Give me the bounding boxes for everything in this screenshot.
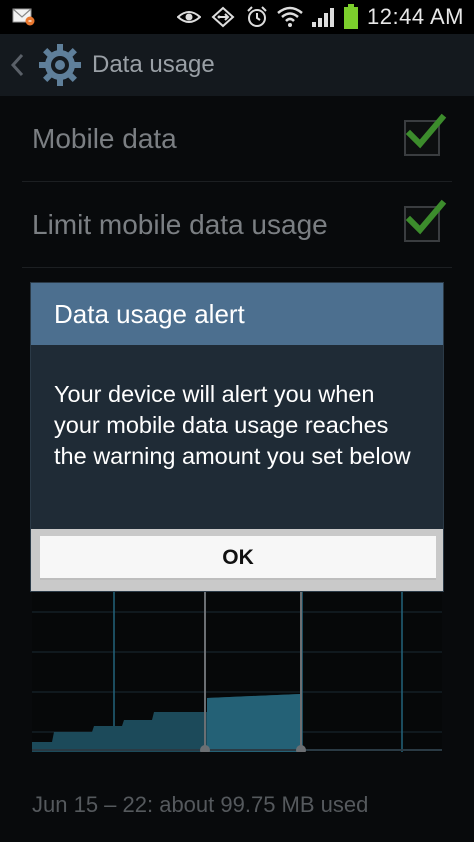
dialog-button-bar: OK — [31, 529, 443, 591]
mobile-data-label: Mobile data — [32, 122, 177, 154]
clock: 12:44 AM — [367, 4, 464, 29]
status-bar: 12:44 AM — [0, 0, 474, 34]
action-bar: Data usage — [0, 34, 474, 96]
signal-icon — [311, 6, 335, 28]
usage-graph[interactable] — [32, 592, 442, 752]
checkmark-icon — [405, 113, 447, 149]
page-title: Data usage — [92, 51, 215, 78]
mobile-data-row[interactable]: Mobile data — [22, 96, 452, 182]
limit-mobile-data-label: Limit mobile data usage — [32, 208, 328, 240]
limit-mobile-data-checkbox[interactable] — [404, 199, 447, 242]
battery-icon — [343, 4, 359, 30]
dialog-message: Your device will alert you when your mob… — [54, 381, 411, 469]
wifi-icon — [277, 6, 303, 28]
gear-icon[interactable] — [38, 43, 82, 87]
email-notification-icon — [12, 7, 36, 27]
ok-button[interactable]: OK — [40, 536, 436, 580]
sync-icon — [209, 6, 237, 28]
back-chevron-icon[interactable] — [10, 50, 28, 80]
eye-icon — [177, 9, 202, 25]
alarm-icon — [245, 5, 269, 29]
data-usage-alert-dialog: Data usage alert Your device will alert … — [30, 282, 444, 592]
usage-summary: Jun 15 – 22: about 99.75 MB used — [32, 792, 369, 817]
limit-mobile-data-row[interactable]: Limit mobile data usage — [22, 182, 452, 268]
mobile-data-checkbox[interactable] — [404, 113, 447, 156]
checkmark-icon — [405, 199, 447, 235]
dialog-title: Data usage alert — [31, 283, 443, 345]
